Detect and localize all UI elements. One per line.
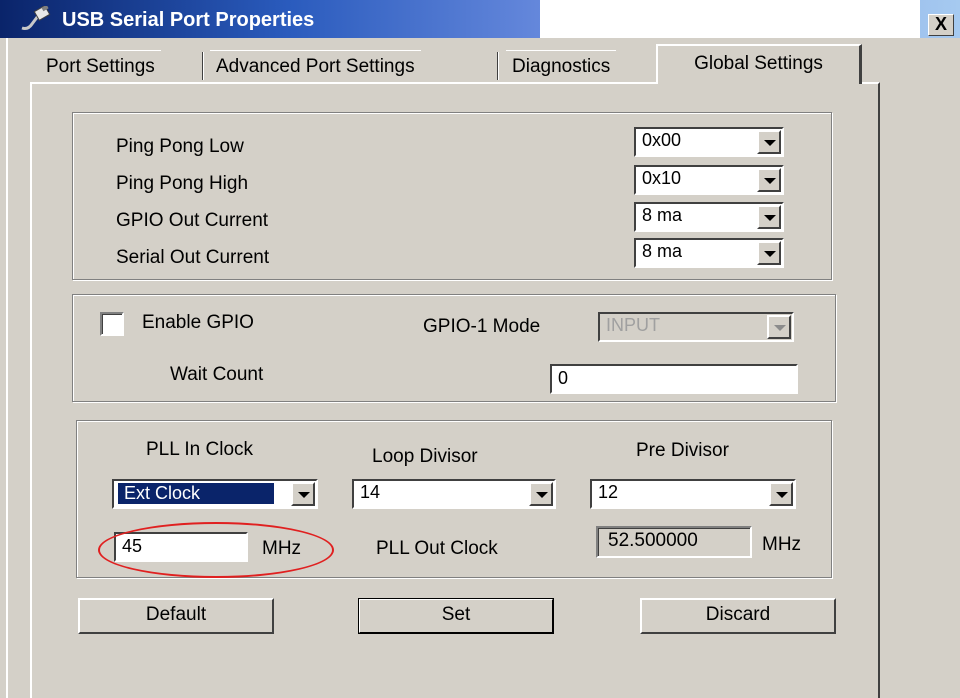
ext-clock-unit-label: MHz [262,538,302,559]
pll-out-clock-display: 52.500000 [596,526,752,558]
tab-global-settings[interactable]: Global Settings [656,44,862,84]
serial-out-current-label: Serial Out Current [116,247,270,268]
default-button[interactable]: Default [78,598,274,634]
gpio-out-current-label: GPIO Out Current [116,210,269,231]
wait-count-value: 0 [558,368,569,388]
loop-divisor-label: Loop Divisor [372,446,478,467]
tab-separator [497,52,499,80]
chevron-down-icon[interactable] [757,168,781,192]
set-button[interactable]: Set [358,598,554,634]
gpio1-mode-select[interactable]: INPUT [598,312,794,342]
pll-out-clock-unit-label: MHz [762,534,802,555]
chevron-down-icon[interactable] [757,205,781,229]
ping-pong-low-value: 0x00 [642,130,682,150]
pll-in-clock-label: PLL In Clock [146,439,254,460]
chevron-down-icon[interactable] [529,482,553,506]
loop-divisor-select[interactable]: 14 [352,479,556,509]
chevron-down-icon[interactable] [757,130,781,154]
ping-pong-low-label: Ping Pong Low [116,136,244,157]
pre-divisor-value: 12 [598,482,619,502]
chevron-down-icon[interactable] [767,315,791,339]
pll-in-clock-select[interactable]: Ext Clock [112,479,318,509]
usb-plug-icon [21,6,51,30]
discard-button[interactable]: Discard [640,598,836,634]
pll-out-clock-label: PLL Out Clock [376,538,498,559]
gpio-out-current-select[interactable]: 8 ma [634,202,784,232]
ext-clock-frequency-value: 45 [122,536,143,556]
pll-out-clock-value: 52.500000 [608,530,698,551]
loop-divisor-value: 14 [360,482,381,502]
tab-advanced-port-settings[interactable]: Advanced Port Settings [210,50,421,84]
enable-gpio-label: Enable GPIO [142,312,254,333]
wait-count-input[interactable]: 0 [550,364,798,394]
pre-divisor-label: Pre Divisor [636,440,729,461]
enable-gpio-checkbox[interactable] [100,312,124,336]
pll-in-clock-value: Ext Clock [118,483,274,504]
serial-out-current-select[interactable]: 8 ma [634,238,784,268]
gpio1-mode-label: GPIO-1 Mode [423,316,541,337]
ping-pong-high-value: 0x10 [642,168,682,188]
chevron-down-icon[interactable] [291,482,315,506]
tab-separator [202,52,204,80]
tab-diagnostics[interactable]: Diagnostics [506,50,617,84]
gpio1-mode-value: INPUT [606,315,660,335]
title-bar-gap [540,0,920,38]
ping-pong-low-select[interactable]: 0x00 [634,127,784,157]
close-button[interactable]: X [928,14,954,36]
window-title: USB Serial Port Properties [62,9,315,31]
ext-clock-frequency-input[interactable]: 45 [114,532,248,562]
chevron-down-icon[interactable] [769,482,793,506]
tab-port-settings[interactable]: Port Settings [40,50,161,84]
window-frame [0,38,8,698]
wait-count-label: Wait Count [170,364,264,385]
chevron-down-icon[interactable] [757,241,781,265]
gpio-out-current-value: 8 ma [642,205,683,225]
ping-pong-high-select[interactable]: 0x10 [634,165,784,195]
pre-divisor-select[interactable]: 12 [590,479,796,509]
serial-out-current-value: 8 ma [642,241,683,261]
ping-pong-high-label: Ping Pong High [116,173,249,194]
